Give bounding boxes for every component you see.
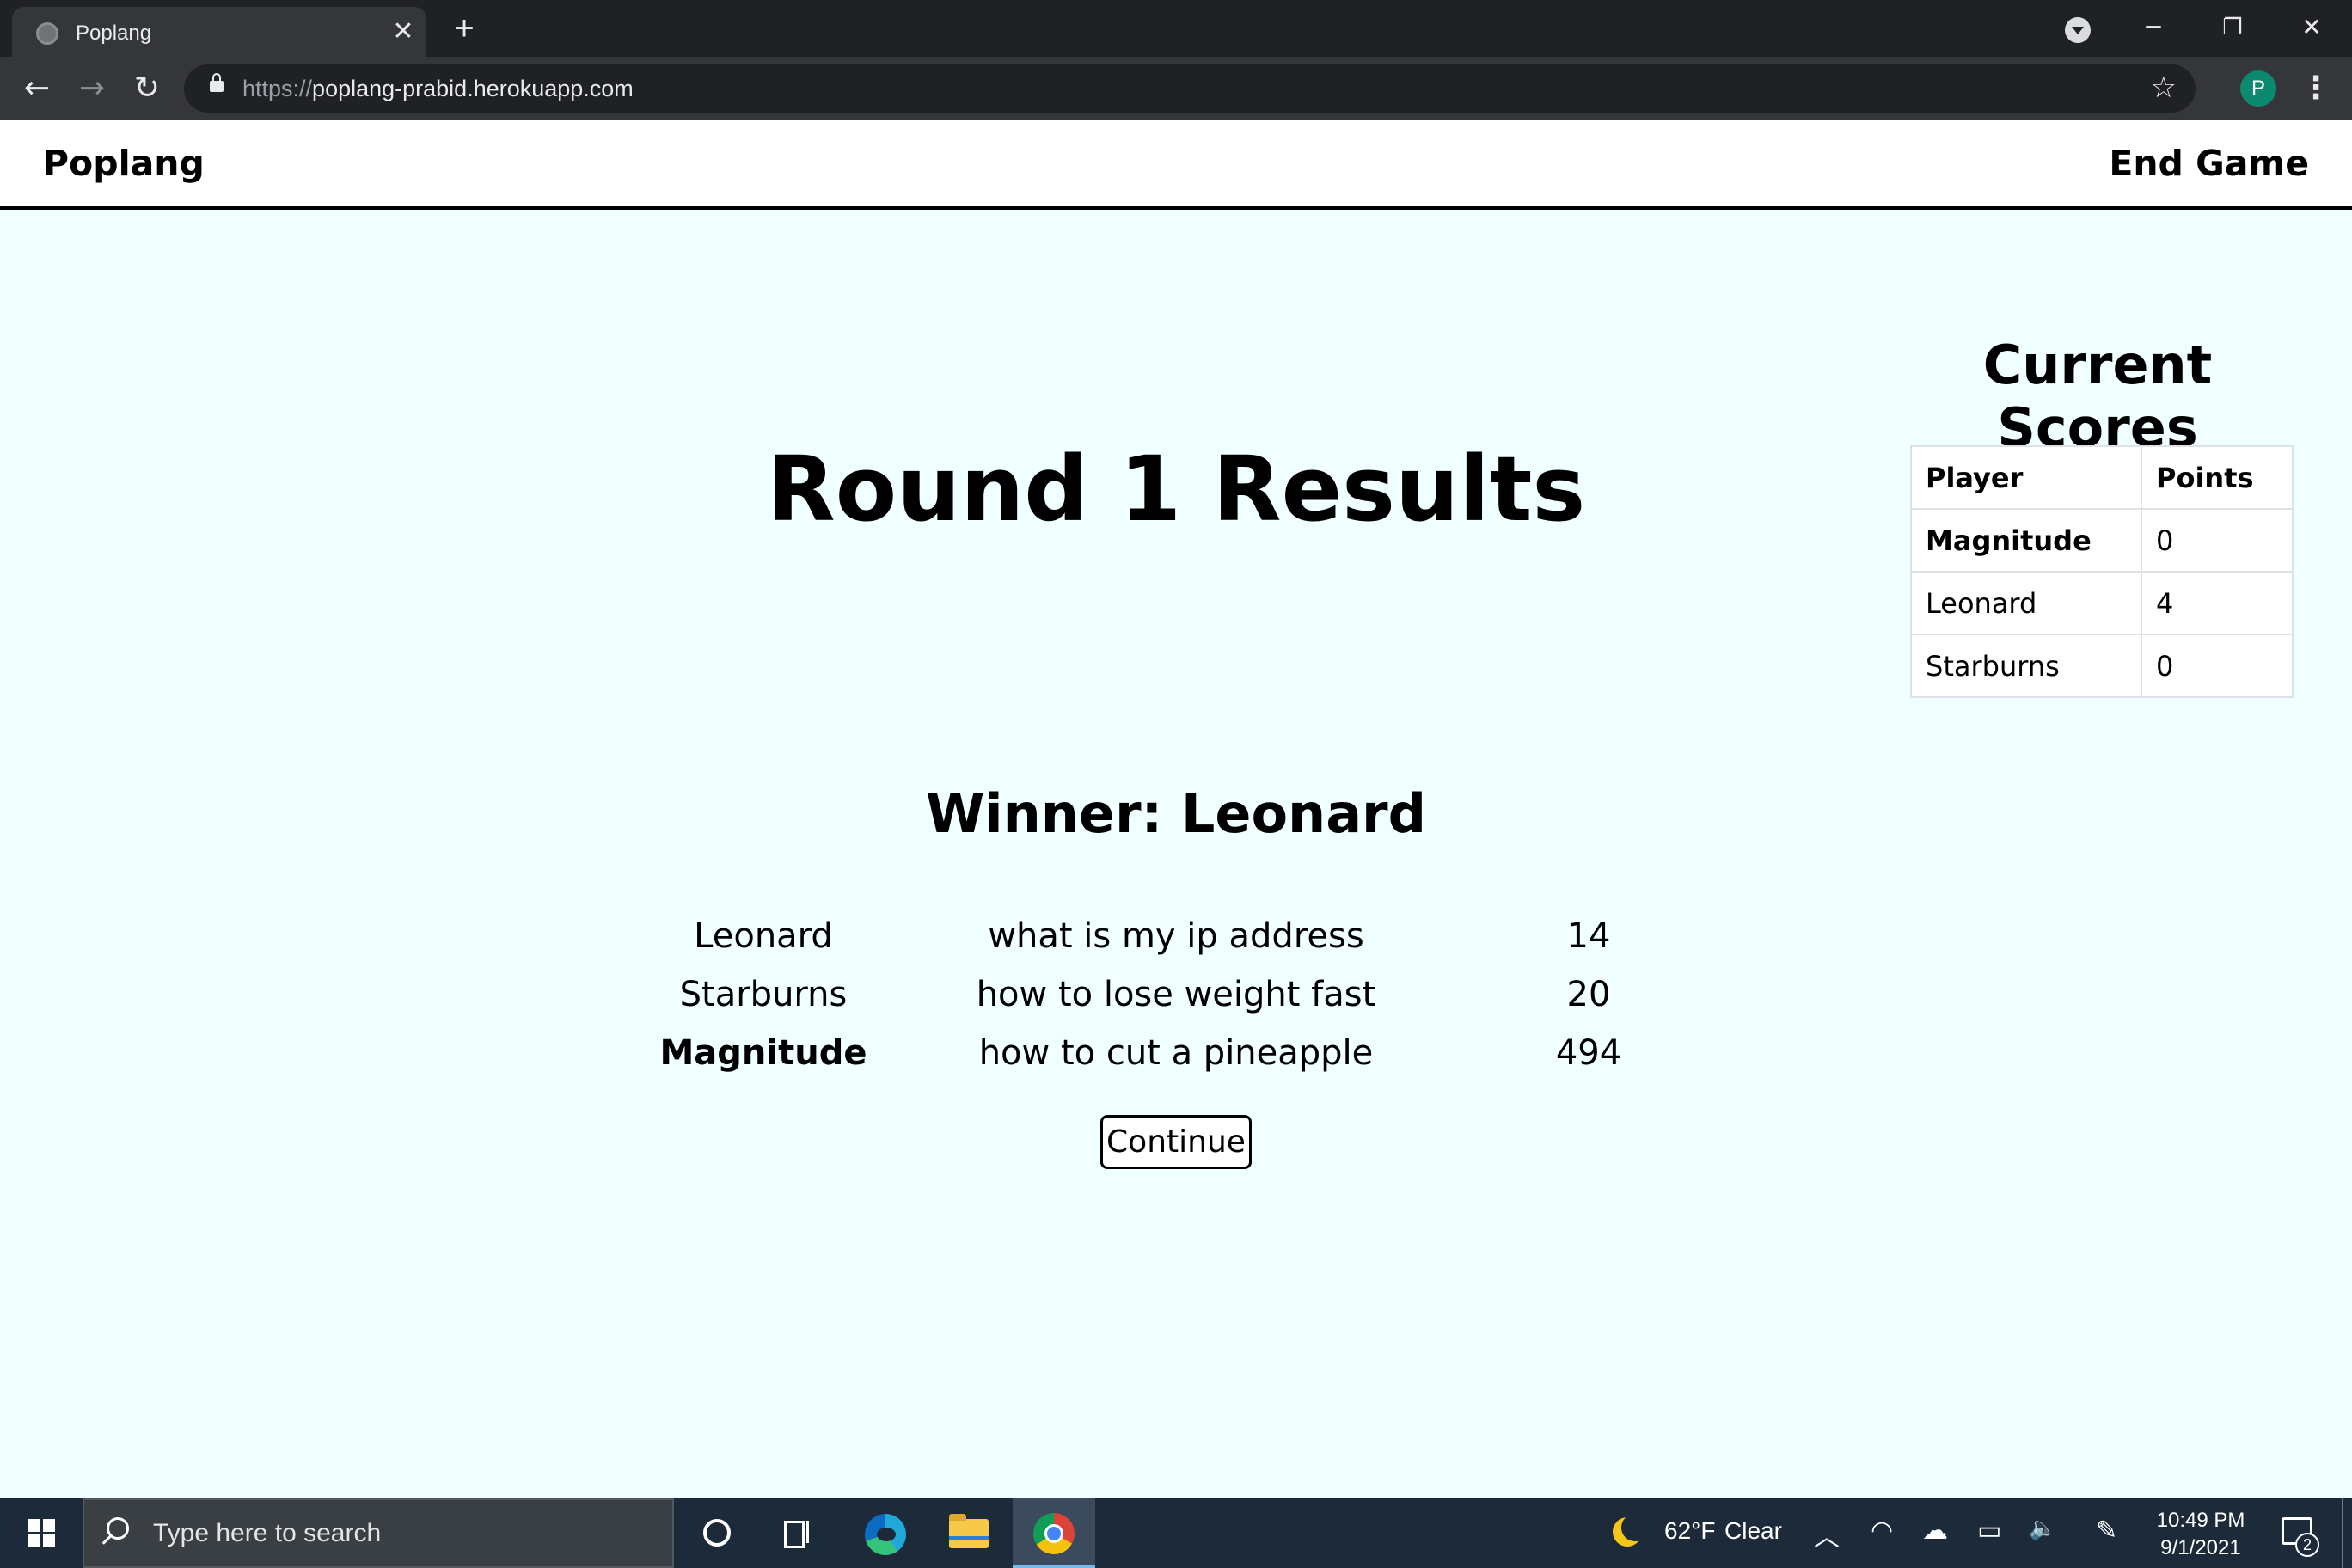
taskbar-search-placeholder: Type here to search — [153, 1519, 382, 1547]
winner-heading: Winner: Leonard — [925, 782, 1426, 845]
battery-icon[interactable]: ▭ — [1977, 1516, 2001, 1546]
weather-temp[interactable]: 62°F — [1664, 1517, 1715, 1545]
start-button[interactable] — [0, 1498, 83, 1568]
task-view-icon — [782, 1517, 813, 1548]
task-view-button[interactable] — [756, 1498, 839, 1568]
result-query: what is my ip address — [988, 916, 1364, 956]
result-query: how to lose weight fast — [976, 975, 1376, 1014]
scores-row: Magnitude 0 — [1910, 508, 2294, 573]
scores-title: Current Scores — [1982, 334, 2213, 459]
cortana-button[interactable] — [674, 1498, 756, 1568]
cortana-icon — [703, 1519, 731, 1547]
bookmark-star-icon[interactable]: ☆ — [2151, 70, 2177, 105]
file-explorer-icon — [949, 1514, 989, 1548]
tab-search-icon[interactable] — [2065, 17, 2091, 43]
windows-taskbar: Type here to search 62°F Clear ︿ ◠ ☁ ▭ 🔈… — [0, 1498, 2352, 1568]
score-points: 0 — [2141, 508, 2294, 573]
minimize-button[interactable]: ─ — [2132, 7, 2175, 48]
continue-button[interactable]: Continue — [1100, 1115, 1252, 1169]
end-game-link[interactable]: End Game — [2109, 143, 2309, 184]
wifi-icon[interactable]: ◠ — [1871, 1516, 1893, 1546]
score-points: 4 — [2141, 571, 2294, 635]
edge-taskbar-button[interactable] — [844, 1498, 927, 1568]
result-player: Starburns — [679, 975, 848, 1014]
scores-table: Player Points Magnitude 0 Leonard 4 Star… — [1910, 445, 2294, 698]
tab-title: Poplang — [76, 21, 152, 45]
scores-header-row: Player Points — [1910, 445, 2294, 510]
taskbar-search-box[interactable]: Type here to search — [83, 1498, 674, 1568]
url-host: poplang-prabid.herokuapp.com — [312, 76, 634, 101]
brand-link[interactable]: Poplang — [43, 143, 205, 184]
new-tab-button[interactable]: + — [447, 11, 481, 46]
result-player: Leonard — [694, 916, 833, 956]
tab-close-icon[interactable]: ✕ — [389, 17, 418, 46]
chrome-taskbar-button[interactable] — [1013, 1498, 1095, 1568]
scores-row: Leonard 4 — [1910, 571, 2294, 635]
result-row: Starburns how to lose weight fast 20 — [0, 975, 2352, 1033]
windows-logo-icon — [28, 1519, 55, 1547]
scores-row: Starburns 0 — [1910, 634, 2294, 698]
edge-icon — [865, 1514, 906, 1555]
moon-icon[interactable] — [1613, 1514, 1649, 1547]
show-desktop-button[interactable] — [2342, 1498, 2345, 1568]
url-text[interactable]: https://poplang-prabid.herokuapp.com — [242, 76, 634, 102]
onedrive-icon[interactable]: ☁ — [1922, 1516, 1948, 1546]
score-points: 0 — [2141, 634, 2294, 698]
globe-icon — [36, 22, 58, 45]
clock-date: 9/1/2021 — [2160, 1536, 2241, 1559]
forward-arrow-icon[interactable]: → — [72, 69, 112, 108]
profile-avatar[interactable]: P — [2240, 70, 2276, 107]
result-row: Leonard what is my ip address 14 — [0, 916, 2352, 975]
chrome-icon — [1033, 1513, 1075, 1554]
score-player: Leonard — [1910, 571, 2142, 635]
browser-menu-icon[interactable]: ⋮ — [2300, 69, 2331, 108]
score-player: Starburns — [1910, 634, 2142, 698]
result-count: 14 — [1566, 916, 1611, 956]
taskbar-clock[interactable]: 10:49 PM 9/1/2021 — [2135, 1507, 2266, 1562]
browser-tab[interactable]: Poplang ✕ — [12, 7, 426, 58]
score-player: Magnitude — [1910, 508, 2142, 573]
result-query: how to cut a pineapple — [978, 1033, 1374, 1073]
chevron-up-icon[interactable]: ︿ — [1814, 1516, 1840, 1553]
pen-icon[interactable]: ✎ — [2096, 1516, 2117, 1546]
reload-icon[interactable]: ↻ — [127, 69, 167, 108]
notification-count-badge: 2 — [2295, 1533, 2319, 1557]
clock-time: 10:49 PM — [2156, 1509, 2245, 1532]
result-count: 494 — [1555, 1033, 1622, 1073]
header-player: Player — [1910, 445, 2142, 510]
address-bar[interactable]: https://poplang-prabid.herokuapp.com ☆ — [184, 64, 2196, 113]
url-scheme: https:// — [242, 76, 313, 101]
result-player: Magnitude — [659, 1033, 867, 1073]
lock-icon[interactable] — [210, 73, 224, 92]
close-window-button[interactable]: ✕ — [2290, 7, 2333, 48]
search-icon — [107, 1517, 129, 1540]
weather-desc[interactable]: Clear — [1724, 1517, 1782, 1545]
volume-icon[interactable]: 🔈 — [2029, 1516, 2056, 1541]
result-count: 20 — [1566, 975, 1611, 1014]
browser-toolbar: ← → ↻ https://poplang-prabid.herokuapp.c… — [0, 57, 2352, 120]
file-explorer-taskbar-button[interactable] — [928, 1498, 1011, 1568]
browser-tab-strip: Poplang ✕ + ─ ❐ ✕ — [0, 0, 2352, 58]
restore-button[interactable]: ❐ — [2211, 7, 2254, 48]
site-navbar: Poplang End Game — [0, 120, 2352, 210]
back-arrow-icon[interactable]: ← — [17, 69, 57, 108]
result-row: Magnitude how to cut a pineapple 494 — [0, 1033, 2352, 1092]
header-points: Points — [2141, 445, 2294, 510]
